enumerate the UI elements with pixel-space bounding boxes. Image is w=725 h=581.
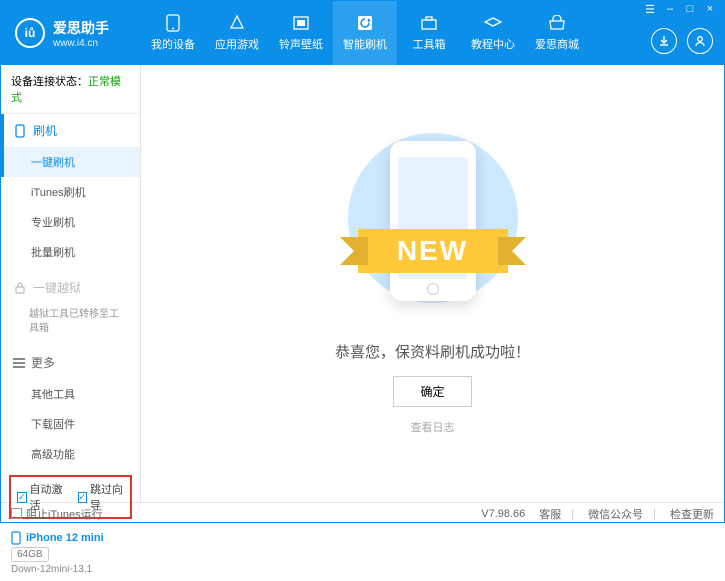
device-name-row[interactable]: iPhone 12 mini (11, 531, 130, 545)
refresh-icon (355, 14, 375, 32)
checkbox-icon: ✓ (78, 492, 88, 503)
tab-smart-flash[interactable]: 智能刷机 (333, 1, 397, 65)
app-title: 爱思助手 (53, 18, 109, 38)
lock-icon (13, 281, 27, 295)
logo-area: iů 爱思助手 www.i4.cn (1, 18, 141, 49)
menu-batch-flash[interactable]: 批量刷机 (1, 237, 140, 267)
menu-icon[interactable]: ☰ (641, 2, 659, 16)
wechat-link[interactable]: 微信公众号 (588, 506, 643, 522)
support-link[interactable]: 客服 (539, 506, 561, 522)
window-controls: ☰ – □ × (641, 2, 719, 16)
menu-oneclick-flash[interactable]: 一键刷机 (1, 147, 140, 177)
view-log-link[interactable]: 查看日志 (411, 419, 455, 435)
tab-ringtone-wallpaper[interactable]: 铃声壁纸 (269, 1, 333, 65)
logo-icon: iů (15, 18, 45, 48)
check-block-itunes[interactable]: 阻止iTunes运行 (11, 506, 103, 522)
download-button[interactable] (651, 28, 677, 54)
section-jailbreak: 一键越狱 (1, 271, 140, 304)
main-pane: NEW 恭喜您，保资料刷机成功啦！ 确定 查看日志 (141, 65, 724, 502)
jailbreak-note: 越狱工具已转移至工具箱 (29, 308, 128, 336)
checkbox-icon (11, 508, 22, 519)
version-label: V7.98.66 (481, 508, 525, 520)
user-button[interactable] (687, 28, 713, 54)
menu-itunes-flash[interactable]: iTunes刷机 (1, 177, 140, 207)
tab-apps-games[interactable]: 应用游戏 (205, 1, 269, 65)
connection-status: 设备连接状态：正常模式 (1, 65, 140, 114)
success-illustration: NEW (348, 133, 518, 323)
tab-tutorials[interactable]: 教程中心 (461, 1, 525, 65)
tab-toolbox[interactable]: 工具箱 (397, 1, 461, 65)
app-url: www.i4.cn (53, 38, 109, 49)
menu-download-firmware[interactable]: 下载固件 (1, 409, 140, 439)
maximize-icon[interactable]: □ (681, 2, 699, 16)
app-header: ☰ – □ × iů 爱思助手 www.i4.cn 我的设备 应用游戏 铃声壁纸… (1, 1, 724, 65)
menu-advanced[interactable]: 高级功能 (1, 439, 140, 469)
toolbox-icon (419, 14, 439, 32)
check-update-link[interactable]: 检查更新 (670, 506, 714, 522)
confirm-button[interactable]: 确定 (393, 376, 471, 407)
tab-store[interactable]: 爱思商城 (525, 1, 589, 65)
store-icon (547, 14, 567, 32)
menu-pro-flash[interactable]: 专业刷机 (1, 207, 140, 237)
minimize-icon[interactable]: – (661, 2, 679, 16)
close-icon[interactable]: × (701, 2, 719, 16)
success-message: 恭喜您，保资料刷机成功啦！ (335, 341, 530, 362)
tab-my-device[interactable]: 我的设备 (141, 1, 205, 65)
list-icon (13, 358, 25, 368)
section-flash[interactable]: 刷机 (1, 114, 140, 147)
top-nav: 我的设备 应用游戏 铃声壁纸 智能刷机 工具箱 教程中心 爱思商城 (141, 1, 589, 65)
sidebar: 设备连接状态：正常模式 刷机 一键刷机 iTunes刷机 专业刷机 批量刷机 一… (1, 65, 141, 502)
phone-section-icon (13, 124, 27, 138)
device-capacity: 64GB (11, 547, 49, 562)
app-icon (227, 14, 247, 32)
graduation-icon (483, 14, 503, 32)
phone-icon (163, 14, 183, 32)
section-more[interactable]: 更多 (1, 346, 140, 379)
device-panel: iPhone 12 mini 64GB Down-12mini-13,1 (1, 525, 140, 581)
phone-small-icon (11, 531, 21, 545)
new-ribbon: NEW (358, 229, 508, 273)
wallpaper-icon (291, 14, 311, 32)
checkbox-icon: ✓ (17, 492, 27, 503)
menu-other-tools[interactable]: 其他工具 (1, 379, 140, 409)
device-subinfo: Down-12mini-13,1 (11, 564, 130, 575)
